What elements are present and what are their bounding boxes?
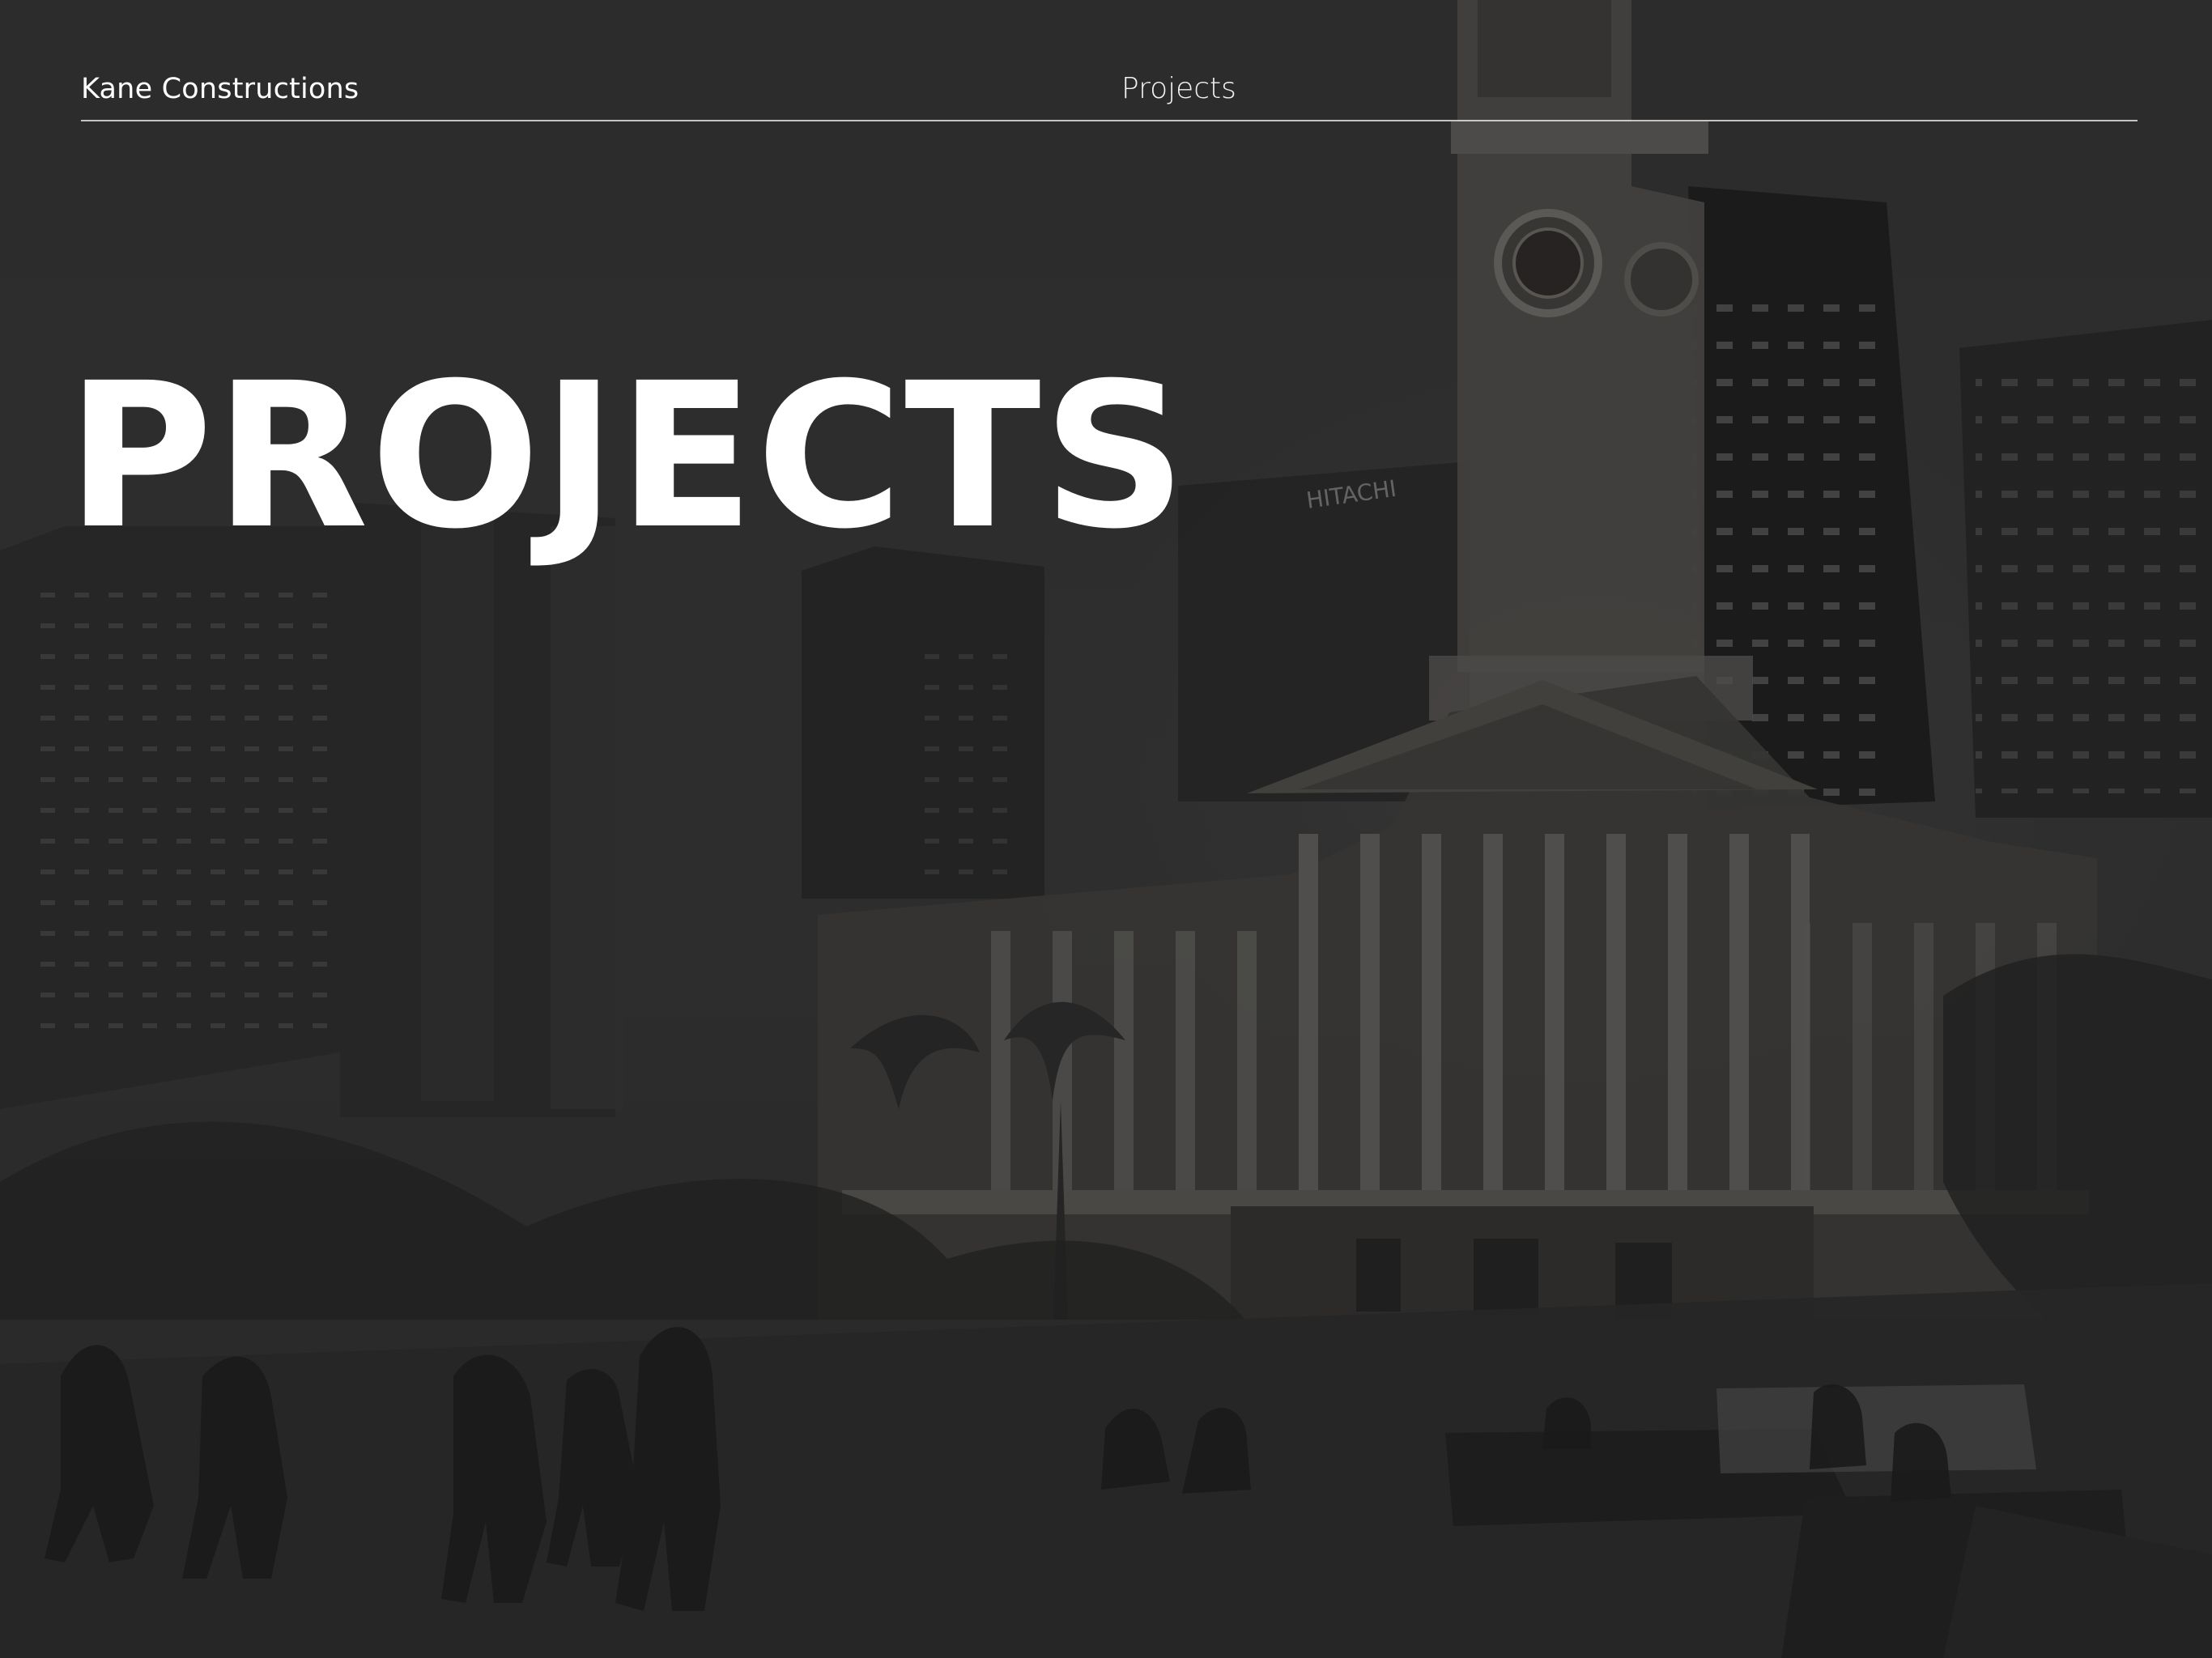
- top-navigation-bar: Kane Constructions Projects: [81, 71, 2138, 121]
- projects-page: HITACHI Kane Constructions Projects PROJ…: [0, 0, 2212, 1658]
- nav-link-projects[interactable]: Projects: [1121, 71, 1236, 107]
- city-hall-night-background-image: HITACHI: [0, 0, 2212, 1658]
- company-name[interactable]: Kane Constructions: [81, 71, 359, 107]
- page-title: PROJECTS: [66, 341, 1189, 573]
